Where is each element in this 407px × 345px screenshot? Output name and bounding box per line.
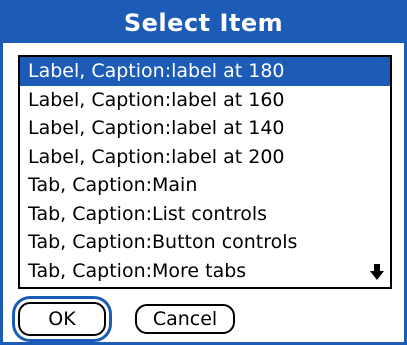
list-item[interactable]: Label, Caption:label at 200 [20, 143, 390, 172]
dialog-title: Select Item [3, 3, 404, 43]
list-item[interactable]: Tab, Caption:More tabs [20, 257, 390, 286]
item-list[interactable]: Label, Caption:label at 180 Label, Capti… [18, 55, 392, 289]
list-item[interactable]: Label, Caption:label at 160 [20, 86, 390, 115]
list-item[interactable]: Tab, Caption:Main [20, 171, 390, 200]
cancel-button[interactable]: Cancel [135, 304, 235, 334]
select-item-dialog: Select Item Label, Caption:label at 180 … [0, 0, 407, 345]
ok-button[interactable]: OK [18, 302, 106, 336]
list-item[interactable]: Tab, Caption:Button controls [20, 228, 390, 257]
arrow-down-icon[interactable] [370, 264, 384, 280]
list-item[interactable]: Label, Caption:label at 140 [20, 114, 390, 143]
list-item[interactable]: Tab, Caption:List controls [20, 200, 390, 229]
list-item[interactable]: Label, Caption:label at 180 [20, 57, 390, 86]
